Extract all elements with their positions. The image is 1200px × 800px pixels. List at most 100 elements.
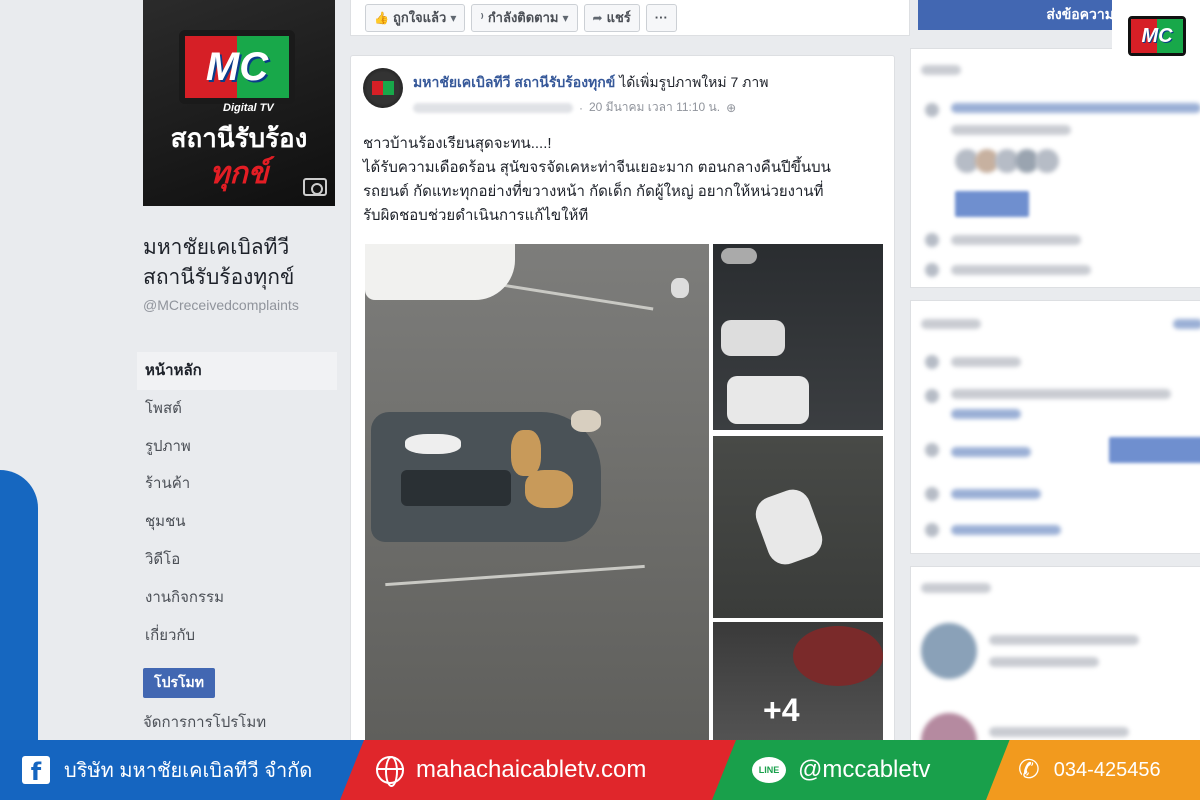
blurred-text <box>951 357 1021 367</box>
feed-post: มหาชัยเคเบิลทีวี สถานีรับร้องทุกข์ ได้เพ… <box>350 55 895 755</box>
page-action-bar: 👍 ถูกใจแล้ว ▾ ⁾ กำลังติดตาม ▾ ➦ แชร์ ··· <box>350 0 910 36</box>
logo-subtitle: Digital TV <box>223 102 274 114</box>
car-shape <box>727 376 809 424</box>
promote-label: โปรโมท <box>154 674 204 690</box>
page-handle[interactable]: @MCreceivedcomplaints <box>143 296 343 314</box>
more-button[interactable]: ··· <box>645 3 677 32</box>
parking-line <box>385 564 645 587</box>
blurred-text <box>921 583 991 593</box>
line-id-text: @mccabletv <box>798 756 931 783</box>
post-photo-thumb-more[interactable]: +4 <box>713 622 883 754</box>
follow-button[interactable]: ⁾ กำลังติดตาม ▾ <box>471 3 578 32</box>
thumbs-up-icon: 👍 <box>374 10 389 25</box>
banner-phone: ✆ 034-425456 <box>986 740 1200 800</box>
right-card-about <box>910 300 1200 554</box>
post-photo-main[interactable] <box>365 244 709 754</box>
phone-icon: ✆ <box>1018 755 1040 785</box>
blurred-text <box>921 65 961 75</box>
decorative-wedge <box>0 470 38 750</box>
right-card-related-pages <box>910 566 1200 769</box>
cover-title-accent: ทุกข์ <box>209 157 269 190</box>
blurred-icon <box>925 389 939 403</box>
avatar[interactable] <box>363 68 403 108</box>
blurred-icon <box>925 523 939 537</box>
chevron-down-icon: ▾ <box>562 10 569 25</box>
sidebar-item-home[interactable]: หน้าหลัก <box>137 352 337 390</box>
phone-number: 034-425456 <box>1053 758 1161 781</box>
blurred-text <box>951 409 1021 419</box>
post-text-line: ได้รับความเดือดร้อน สุนัขจรจัดเคหะท่าจีน… <box>363 159 831 176</box>
mini-logo-icon <box>372 81 394 95</box>
post-photo-thumb[interactable] <box>713 436 883 618</box>
car-shape <box>721 320 785 356</box>
sidebar-item-photos[interactable]: รูปภาพ <box>137 428 337 466</box>
object-shape <box>793 626 883 686</box>
channel-watermark-logo: MC <box>1112 0 1200 70</box>
blurred-text <box>951 489 1041 499</box>
sidebar-item-events[interactable]: งานกิจกรรม <box>137 579 337 617</box>
blurred-page-avatar[interactable] <box>921 623 977 679</box>
blurred-text <box>989 635 1139 645</box>
sidebar-item-community[interactable]: ชุมชน <box>137 503 337 541</box>
dog-shape <box>405 434 461 454</box>
car-shape <box>750 484 828 570</box>
blurred-icon <box>925 263 939 277</box>
like-button[interactable]: 👍 ถูกใจแล้ว ▾ <box>365 3 466 32</box>
blurred-icon <box>925 487 939 501</box>
line-icon-label: LINE <box>758 765 780 775</box>
page-profile-picture[interactable]: MC Digital TV สถานีรับร้อง ทุกข์ <box>143 0 335 206</box>
globe-icon <box>376 756 404 787</box>
blurred-button[interactable] <box>1109 437 1200 463</box>
camera-icon[interactable] <box>303 178 327 196</box>
send-message-label: ส่งข้อความ <box>1046 6 1114 22</box>
logo-text: MC <box>205 44 269 89</box>
blurred-text <box>951 235 1081 245</box>
dog-shape <box>511 430 541 476</box>
more-label: ··· <box>654 10 668 25</box>
rss-icon: ⁾ <box>480 10 484 25</box>
post-text-line: รถยนต์ กัดแทะทุกอย่างที่ขวางหน้า กัดเด็ก… <box>363 183 824 200</box>
right-card-community <box>910 48 1200 288</box>
mc-tv-logo: MC <box>179 30 295 104</box>
manage-promotions-link[interactable]: จัดการการโปรโมท <box>143 710 266 734</box>
blurred-text <box>989 657 1099 667</box>
blurred-text <box>951 265 1091 275</box>
line-app-icon: LINE <box>752 757 786 783</box>
sidebar-item-about[interactable]: เกี่ยวกับ <box>137 617 337 655</box>
banner-line: LINE @mccabletv <box>712 740 1012 800</box>
more-photos-count: +4 <box>763 692 800 728</box>
dog-shape <box>671 278 689 298</box>
blurred-text <box>989 727 1129 737</box>
post-text-line: ชาวบ้านร้องเรียนสุดจะทน....! <box>363 135 552 152</box>
blurred-icon <box>925 103 939 117</box>
car-shape <box>721 248 757 264</box>
post-body: ชาวบ้านร้องเรียนสุดจะทน....! ได้รับความเ… <box>363 132 883 228</box>
post-timestamp[interactable]: 20 มีนาคม เวลา 11:10 น. <box>589 98 720 117</box>
sidebar-item-shop[interactable]: ร้านค้า <box>137 465 337 503</box>
post-header: มหาชัยเคเบิลทีวี สถานีรับร้องทุกข์ ได้เพ… <box>413 72 768 94</box>
blurred-text <box>951 389 1171 399</box>
send-message-button[interactable]: ส่งข้อความ <box>918 0 1128 30</box>
sidebar-item-posts[interactable]: โพสต์ <box>137 390 337 428</box>
post-author-link[interactable]: มหาชัยเคเบิลทีวี สถานีรับร้องทุกข์ <box>413 74 615 90</box>
blurred-icon <box>925 355 939 369</box>
share-label: แชร์ <box>606 10 631 25</box>
share-button[interactable]: ➦ แชร์ <box>583 3 640 32</box>
facebook-icon: f <box>22 756 50 784</box>
blurred-text <box>951 447 1031 457</box>
contact-banner: f บริษัท มหาชัยเคเบิลทีวี จำกัด mahachai… <box>0 740 1200 800</box>
sidebar-item-videos[interactable]: วิดีโอ <box>137 541 337 579</box>
dog-shape <box>571 410 601 432</box>
like-label: ถูกใจแล้ว <box>392 10 447 25</box>
page-sidebar-nav: หน้าหลัก โพสต์ รูปภาพ ร้านค้า ชุมชน วิดี… <box>137 352 337 654</box>
separator-icon: · <box>579 100 583 115</box>
blurred-text <box>951 125 1071 135</box>
post-photo-thumb[interactable] <box>713 244 883 430</box>
promote-button[interactable]: โปรโมท <box>143 668 215 698</box>
blurred-button[interactable] <box>955 191 1029 217</box>
company-name: บริษัท มหาชัยเคเบิลทีวี จำกัด <box>64 760 313 782</box>
watermark-text: MC <box>1141 24 1173 47</box>
banner-company: f บริษัท มหาชัยเคเบิลทีวี จำกัด <box>0 740 370 800</box>
page-title[interactable]: มหาชัยเคเบิลทีวี สถานีรับร้องทุกข์ <box>143 233 343 293</box>
follow-label: กำลังติดตาม <box>487 10 559 25</box>
